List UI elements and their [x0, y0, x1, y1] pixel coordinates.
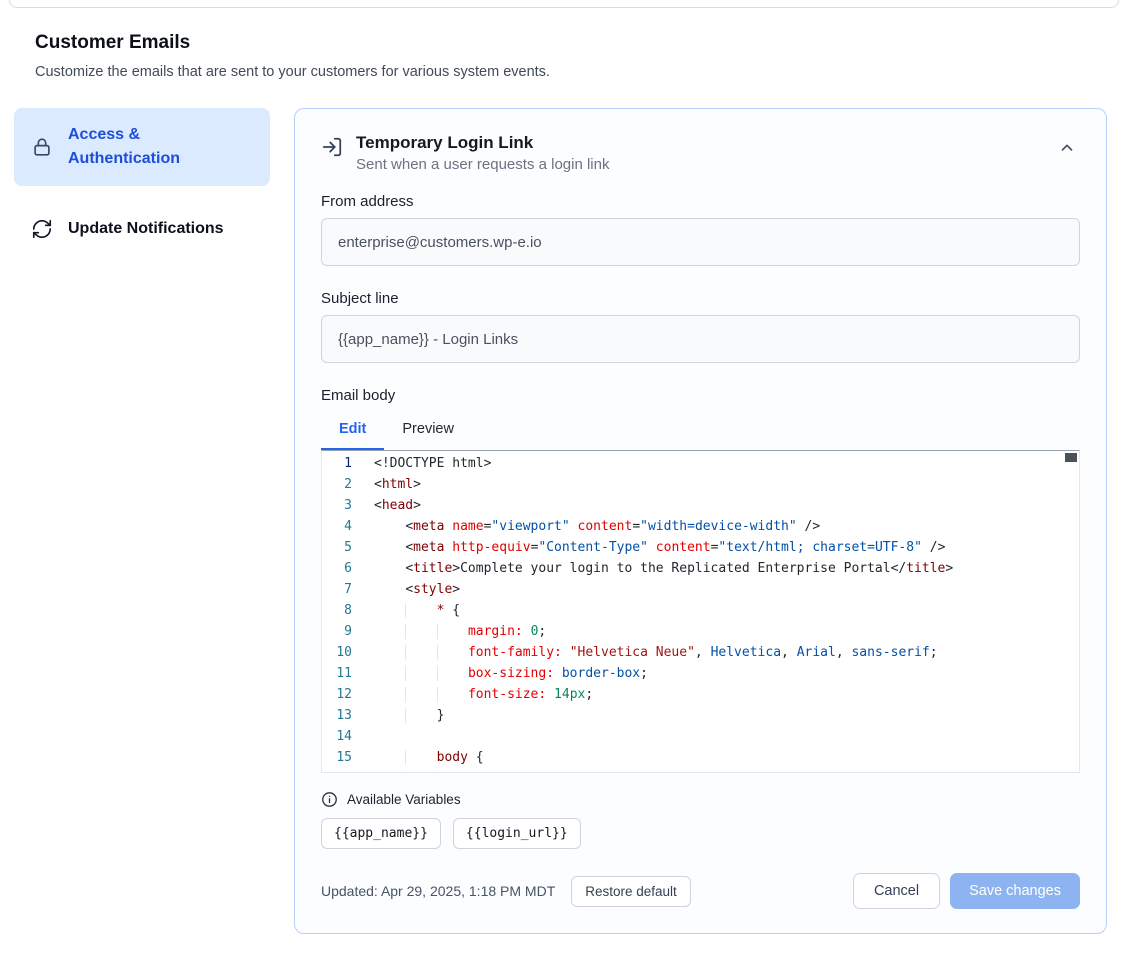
- card-footer: Updated: Apr 29, 2025, 1:18 PM MDT Resto…: [321, 873, 1080, 909]
- code-line: 7 <style>: [322, 579, 1079, 600]
- available-variables-header: Available Variables: [321, 791, 1080, 808]
- updated-timestamp: Updated: Apr 29, 2025, 1:18 PM MDT: [321, 883, 555, 899]
- tab-preview[interactable]: Preview: [384, 412, 472, 450]
- content-area: Access & Authentication Update Notificati…: [14, 108, 1107, 934]
- code-line: 8 * {: [322, 600, 1079, 621]
- collapsed-card-bottom-edge: [9, 0, 1119, 8]
- line-number: 11: [322, 663, 352, 684]
- code-line: 1<!DOCTYPE html>: [322, 453, 1079, 474]
- sidebar-item-access-authentication[interactable]: Access & Authentication: [14, 108, 270, 186]
- line-number: 6: [322, 558, 352, 579]
- subject-line-label: Subject line: [321, 290, 1080, 307]
- page-header: Customer Emails Customize the emails tha…: [35, 32, 1093, 80]
- line-number: 4: [322, 516, 352, 537]
- code-line: 16 background-color: #f6f6f6;: [322, 768, 1079, 773]
- panel-subtitle: Sent when a user requests a login link: [356, 156, 609, 173]
- line-number: 7: [322, 579, 352, 600]
- line-number: 1: [322, 453, 352, 474]
- from-address-label: From address: [321, 193, 1080, 210]
- code-line: 5 <meta http-equiv="Content-Type" conten…: [322, 537, 1079, 558]
- code-line: 2<html>: [322, 474, 1079, 495]
- tab-edit[interactable]: Edit: [321, 412, 384, 450]
- code-line: 12 font-size: 14px;: [322, 684, 1079, 705]
- line-number: 16: [322, 768, 352, 773]
- line-number: 12: [322, 684, 352, 705]
- line-number: 13: [322, 705, 352, 726]
- lock-icon: [31, 136, 53, 158]
- info-icon: [321, 791, 338, 808]
- from-address-input[interactable]: [321, 218, 1080, 266]
- email-body-label: Email body: [321, 387, 1080, 404]
- chevron-up-icon[interactable]: [1054, 133, 1080, 162]
- line-number: 5: [322, 537, 352, 558]
- page-subtitle: Customize the emails that are sent to yo…: [35, 64, 1093, 80]
- code-line: 4 <meta name="viewport" content="width=d…: [322, 516, 1079, 537]
- line-number: 8: [322, 600, 352, 621]
- page-title: Customer Emails: [35, 32, 1093, 54]
- scrollbar-thumb[interactable]: [1065, 453, 1077, 462]
- line-number: 9: [322, 621, 352, 642]
- temporary-login-link-card: Temporary Login Link Sent when a user re…: [294, 108, 1107, 934]
- editor-lines: 1<!DOCTYPE html>2<html>3<head>4 <meta na…: [322, 453, 1079, 773]
- subject-line-input[interactable]: [321, 315, 1080, 363]
- restore-default-button[interactable]: Restore default: [571, 876, 691, 907]
- line-number: 15: [322, 747, 352, 768]
- available-variables-label: Available Variables: [347, 792, 461, 807]
- line-number: 2: [322, 474, 352, 495]
- code-line: 3<head>: [322, 495, 1079, 516]
- sidebar-item-update-notifications[interactable]: Update Notifications: [14, 202, 270, 256]
- code-editor[interactable]: 1<!DOCTYPE html>2<html>3<head>4 <meta na…: [321, 450, 1080, 773]
- variable-chips: {{app_name}} {{login_url}}: [321, 818, 1080, 849]
- save-changes-button[interactable]: Save changes: [950, 873, 1080, 909]
- sidebar-item-label: Update Notifications: [68, 217, 224, 241]
- line-number: 10: [322, 642, 352, 663]
- code-line: 10 font-family: "Helvetica Neue", Helvet…: [322, 642, 1079, 663]
- refresh-icon: [31, 218, 53, 240]
- card-header: Temporary Login Link Sent when a user re…: [321, 133, 1080, 173]
- editor-tabs: EditPreview: [321, 412, 1080, 450]
- variable-chip[interactable]: {{app_name}}: [321, 818, 441, 849]
- code-line: 14: [322, 726, 1079, 747]
- variable-chip[interactable]: {{login_url}}: [453, 818, 581, 849]
- line-number: 14: [322, 726, 352, 747]
- code-line: 13 }: [322, 705, 1079, 726]
- code-line: 11 box-sizing: border-box;: [322, 663, 1079, 684]
- card-header-text: Temporary Login Link Sent when a user re…: [356, 133, 609, 173]
- panel-title: Temporary Login Link: [356, 133, 609, 153]
- login-icon: [321, 133, 343, 163]
- code-line: 15 body {: [322, 747, 1079, 768]
- line-number: 3: [322, 495, 352, 516]
- code-line: 9 margin: 0;: [322, 621, 1079, 642]
- cancel-button[interactable]: Cancel: [853, 873, 940, 909]
- sidebar: Access & Authentication Update Notificati…: [14, 108, 270, 256]
- code-line: 6 <title>Complete your login to the Repl…: [322, 558, 1079, 579]
- sidebar-item-label: Access & Authentication: [68, 123, 253, 171]
